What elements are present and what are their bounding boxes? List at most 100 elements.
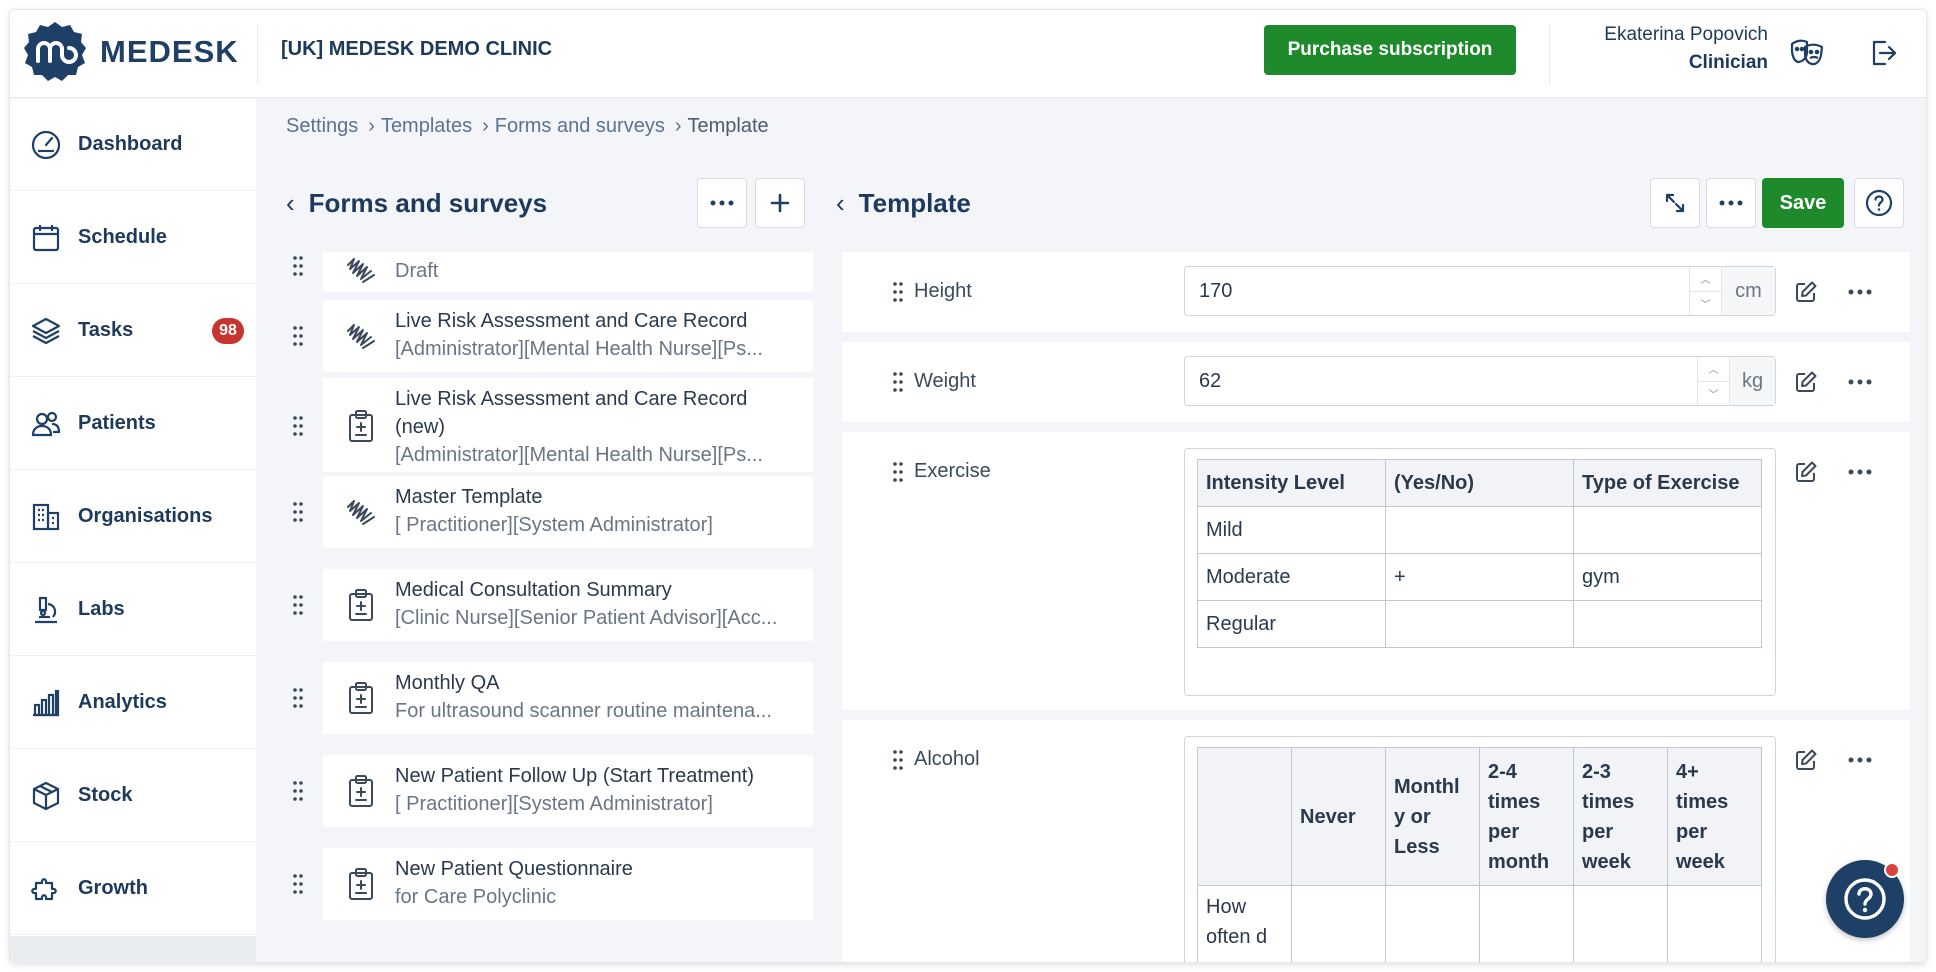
breadcrumb-settings[interactable]: Settings: [286, 115, 358, 138]
weight-value[interactable]: 62: [1185, 357, 1697, 405]
top-header: MEDESK [UK] MEDESK DEMO CLINIC Purchase …: [10, 10, 1926, 98]
weight-input[interactable]: 62 ︿ ﹀ kg: [1184, 356, 1776, 406]
edit-icon[interactable]: [1792, 458, 1820, 486]
chevron-right-icon: ›: [674, 115, 682, 137]
drag-handle-icon[interactable]: [290, 686, 306, 710]
template-card[interactable]: Live Risk Assessment and Care Record [Adm…: [323, 300, 813, 372]
template-panel-title[interactable]: ‹ Template: [836, 188, 971, 219]
clinic-name[interactable]: [UK] MEDESK DEMO CLINIC: [281, 38, 552, 61]
template-card[interactable]: Master Template [ Practitioner][System Ad…: [323, 476, 813, 548]
drag-handle-icon[interactable]: [290, 593, 306, 617]
sidebar-item-labs[interactable]: Labs: [10, 564, 256, 656]
forms-panel-title[interactable]: ‹ Forms and surveys: [286, 188, 547, 219]
sidebar-item-stock[interactable]: Stock: [10, 750, 256, 842]
sidebar-item-dashboard[interactable]: Dashboard: [10, 99, 256, 191]
question-circle-icon: [1865, 189, 1893, 217]
user-role[interactable]: Clinician: [1689, 52, 1768, 74]
template-panel-title-text: Template: [858, 188, 971, 218]
template-more-button[interactable]: [1706, 178, 1756, 228]
template-card[interactable]: Draft: [323, 252, 813, 292]
height-stepper[interactable]: ︿ ﹀: [1689, 267, 1721, 315]
edit-icon[interactable]: [1792, 278, 1820, 306]
sidebar-item-tasks[interactable]: Tasks 98: [10, 285, 256, 377]
chevron-right-icon: ›: [368, 115, 375, 137]
template-list-item[interactable]: Draft: [256, 252, 816, 292]
sidebar-item-schedule[interactable]: Schedule: [10, 192, 256, 284]
drag-handle-icon[interactable]: [290, 779, 306, 803]
add-form-button[interactable]: [755, 178, 805, 228]
more-horizontal-icon[interactable]: [1844, 368, 1876, 396]
template-card[interactable]: New Patient Follow Up (Start Treatment) […: [323, 755, 813, 827]
table-cell[interactable]: [1291, 885, 1386, 962]
chevron-left-icon[interactable]: ‹: [286, 188, 295, 219]
table-cell[interactable]: [1385, 885, 1480, 962]
more-horizontal-icon[interactable]: [1844, 746, 1876, 774]
medesk-logo[interactable]: MEDESK: [24, 20, 239, 84]
table-cell[interactable]: Regular: [1197, 600, 1386, 648]
chevron-up-icon[interactable]: ︿: [1698, 357, 1729, 381]
drag-handle-icon[interactable]: [290, 414, 306, 438]
more-horizontal-icon[interactable]: [1844, 278, 1876, 306]
expand-button[interactable]: [1650, 178, 1700, 228]
sidebar-item-patients[interactable]: Patients: [10, 378, 256, 470]
template-card[interactable]: Medical Consultation Summary [Clinic Nurs…: [323, 569, 813, 641]
template-list-item[interactable]: Live Risk Assessment and Care Record (new…: [256, 378, 816, 472]
table-cell[interactable]: How often d: [1197, 885, 1292, 962]
table-cell[interactable]: [1573, 885, 1668, 962]
user-name[interactable]: Ekaterina Popovich: [1604, 24, 1768, 46]
table-cell[interactable]: [1385, 600, 1574, 648]
weight-stepper[interactable]: ︿ ﹀: [1697, 357, 1729, 405]
template-list-item[interactable]: New Patient Follow Up (Start Treatment) […: [256, 755, 816, 827]
chevron-left-icon[interactable]: ‹: [836, 188, 845, 219]
height-value[interactable]: 170: [1185, 267, 1689, 315]
table-cell[interactable]: Mild: [1197, 506, 1386, 554]
table-cell[interactable]: [1479, 885, 1574, 962]
more-horizontal-icon[interactable]: [1844, 458, 1876, 486]
sidebar-item-organisations[interactable]: Organisations: [10, 471, 256, 563]
drag-handle-icon[interactable]: [290, 324, 306, 348]
chevron-down-icon[interactable]: ﹀: [1690, 290, 1721, 316]
height-input[interactable]: 170 ︿ ﹀ cm: [1184, 266, 1776, 316]
table-cell[interactable]: [1667, 885, 1762, 962]
save-button[interactable]: Save: [1762, 178, 1844, 228]
purchase-subscription-button[interactable]: Purchase subscription: [1264, 25, 1516, 75]
sidebar-item-partial[interactable]: [10, 936, 256, 962]
field-weight: Weight 62 ︿ ﹀ kg: [842, 342, 1910, 422]
table-cell[interactable]: Moderate: [1197, 553, 1386, 601]
drag-handle-icon[interactable]: [890, 370, 906, 394]
template-card[interactable]: Monthly QA For ultrasound scanner routine…: [323, 662, 813, 734]
table-cell[interactable]: +: [1385, 553, 1574, 601]
template-list-item[interactable]: New Patient Questionnaire for Care Polycl…: [256, 848, 816, 920]
table-cell[interactable]: [1573, 506, 1762, 554]
breadcrumb-forms-and-surveys[interactable]: Forms and surveys: [495, 115, 665, 138]
table-cell[interactable]: [1385, 506, 1574, 554]
drag-handle-icon[interactable]: [290, 254, 306, 278]
drag-handle-icon[interactable]: [290, 872, 306, 896]
template-fields: Height 170 ︿﹀ cm Weight 62 ︿﹀ kg Exerc: [842, 252, 1910, 962]
drag-handle-icon[interactable]: [290, 500, 306, 524]
help-button[interactable]: [1854, 178, 1904, 228]
table-cell[interactable]: [1573, 600, 1762, 648]
template-title: Monthly QA: [395, 672, 500, 694]
logout-icon[interactable]: [1864, 34, 1902, 72]
edit-icon[interactable]: [1792, 368, 1820, 396]
theater-masks-icon[interactable]: [1788, 34, 1826, 72]
edit-icon[interactable]: [1792, 746, 1820, 774]
table-cell[interactable]: gym: [1573, 553, 1762, 601]
column-header: Never: [1291, 747, 1386, 886]
template-list-item[interactable]: Master Template [ Practitioner][System Ad…: [256, 476, 816, 548]
template-list-item[interactable]: Live Risk Assessment and Care Record [Adm…: [256, 300, 816, 372]
template-list-item[interactable]: Medical Consultation Summary [Clinic Nurs…: [256, 569, 816, 641]
drag-handle-icon[interactable]: [890, 280, 906, 304]
template-card[interactable]: Live Risk Assessment and Care Record (new…: [323, 378, 813, 472]
chevron-down-icon[interactable]: ﹀: [1698, 380, 1729, 406]
forms-more-button[interactable]: [697, 178, 747, 228]
template-card[interactable]: New Patient Questionnaire for Care Polycl…: [323, 848, 813, 920]
sidebar-item-analytics[interactable]: Analytics: [10, 657, 256, 749]
breadcrumb-templates[interactable]: Templates: [381, 115, 472, 138]
sidebar-item-growth[interactable]: Growth: [10, 843, 256, 935]
drag-handle-icon[interactable]: [890, 748, 906, 772]
drag-handle-icon[interactable]: [890, 460, 906, 484]
chevron-up-icon[interactable]: ︿: [1690, 267, 1721, 291]
template-list-item[interactable]: Monthly QA For ultrasound scanner routine…: [256, 662, 816, 734]
